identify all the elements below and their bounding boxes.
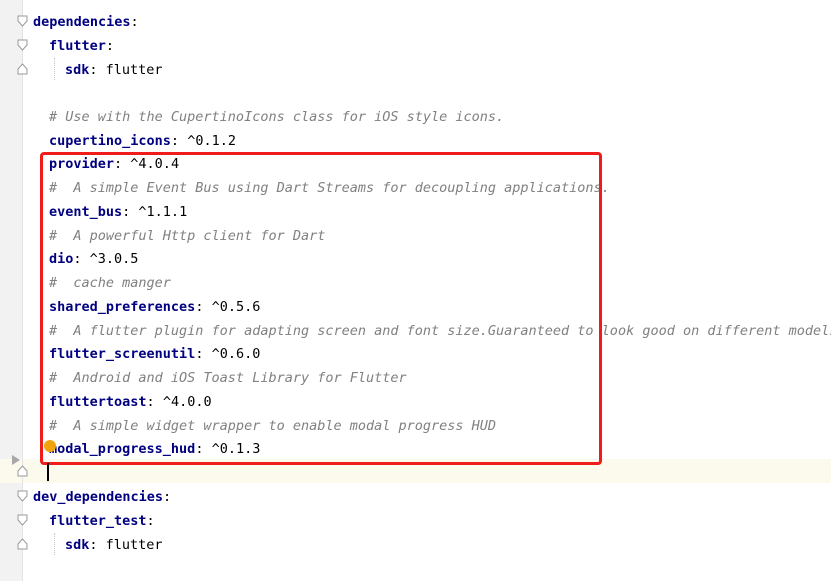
code-line[interactable]: fluttertoast: ^4.0.0	[49, 390, 212, 414]
yaml-comment: # A flutter plugin for adapting screen a…	[49, 323, 831, 339]
code-line[interactable]: sdk: flutter	[65, 58, 163, 82]
fold-end-icon[interactable]	[17, 538, 28, 550]
yaml-key: event_bus	[49, 204, 123, 220]
yaml-colon: :	[146, 513, 155, 529]
yaml-value: ^0.5.6	[203, 299, 261, 315]
code-line[interactable]: provider: ^4.0.4	[49, 152, 179, 176]
yaml-colon: :	[163, 489, 172, 505]
code-line[interactable]: dependencies:	[33, 10, 139, 34]
yaml-value: ^0.1.3	[203, 441, 261, 457]
yaml-colon: :	[114, 156, 123, 172]
code-editor[interactable]: dependencies: flutter: sdk: flutter # Us…	[0, 0, 831, 581]
fold-open-icon[interactable]	[17, 490, 28, 502]
code-line[interactable]: # Android and iOS Toast Library for Flut…	[49, 366, 407, 390]
code-line[interactable]: flutter:	[49, 34, 114, 58]
code-line[interactable]: # A flutter plugin for adapting screen a…	[49, 319, 831, 343]
code-line[interactable]: flutter_test:	[49, 509, 155, 533]
code-line[interactable]: modal_progress_hud: ^0.1.3	[49, 437, 260, 461]
yaml-key: provider	[49, 156, 115, 172]
code-line[interactable]: # Use with the CupertinoIcons class for …	[49, 105, 504, 129]
yaml-key: dev_dependencies	[33, 489, 164, 505]
code-line[interactable]: event_bus: ^1.1.1	[49, 200, 187, 224]
code-line[interactable]: cupertino_icons: ^0.1.2	[49, 129, 236, 153]
code-line[interactable]: shared_preferences: ^0.5.6	[49, 295, 260, 319]
yaml-key: sdk	[65, 62, 90, 78]
fold-open-icon[interactable]	[17, 39, 28, 51]
code-line[interactable]: # A simple widget wrapper to enable moda…	[49, 414, 496, 438]
yaml-value: ^4.0.0	[154, 394, 212, 410]
yaml-key: dio	[49, 251, 74, 267]
indent-guide	[54, 533, 55, 555]
yaml-key: flutter_test	[49, 513, 147, 529]
yaml-key: sdk	[65, 537, 90, 553]
yaml-value: ^1.1.1	[130, 204, 188, 220]
code-line[interactable]: dio: ^3.0.5	[49, 247, 138, 271]
fold-open-icon[interactable]	[17, 514, 28, 526]
indent-guide	[54, 58, 55, 80]
yaml-value: ^0.1.2	[179, 133, 236, 149]
yaml-colon: :	[105, 38, 115, 54]
text-caret	[47, 463, 49, 481]
code-line[interactable]: # A simple Event Bus using Dart Streams …	[49, 176, 610, 200]
yaml-colon: :	[130, 14, 139, 30]
fold-open-icon[interactable]	[17, 15, 28, 27]
yaml-value: ^3.0.5	[81, 251, 139, 267]
run-arrow-icon[interactable]	[11, 454, 21, 470]
yaml-colon: :	[146, 394, 155, 410]
yaml-key: cupertino_icons	[49, 133, 171, 149]
yaml-key: modal_progress_hud	[49, 441, 196, 457]
current-line-highlight	[23, 459, 831, 483]
yaml-value: flutter	[97, 62, 163, 78]
code-line[interactable]: dev_dependencies:	[33, 485, 171, 509]
code-line[interactable]: # cache manger	[49, 271, 171, 295]
yaml-colon: :	[89, 537, 98, 553]
yaml-colon: :	[89, 62, 98, 78]
yaml-key: shared_preferences	[49, 299, 196, 315]
yaml-colon: :	[170, 133, 180, 149]
yaml-key: fluttertoast	[49, 394, 147, 410]
yaml-comment: # Android and iOS Toast Library for Flut…	[49, 370, 407, 386]
fold-end-icon[interactable]	[17, 63, 28, 75]
code-line[interactable]: flutter_screenutil: ^0.6.0	[49, 342, 260, 366]
code-line[interactable]: sdk: flutter	[65, 533, 163, 557]
yaml-value: flutter	[97, 537, 163, 553]
lightbulb-icon[interactable]	[44, 440, 56, 452]
yaml-comment: # Use with the CupertinoIcons class for …	[49, 109, 505, 125]
yaml-comment: # A simple Event Bus using Dart Streams …	[49, 180, 610, 196]
code-line[interactable]: # A powerful Http client for Dart	[49, 224, 325, 248]
yaml-comment: # A powerful Http client for Dart	[49, 228, 326, 244]
yaml-colon: :	[73, 251, 82, 267]
yaml-key: dependencies	[33, 14, 131, 30]
yaml-key: flutter_screenutil	[49, 346, 196, 362]
yaml-comment: # A simple widget wrapper to enable moda…	[49, 418, 497, 434]
yaml-value: ^4.0.4	[122, 156, 180, 172]
yaml-value: ^0.6.0	[203, 346, 261, 362]
yaml-comment: # cache manger	[49, 275, 171, 291]
yaml-key: flutter	[49, 38, 106, 54]
